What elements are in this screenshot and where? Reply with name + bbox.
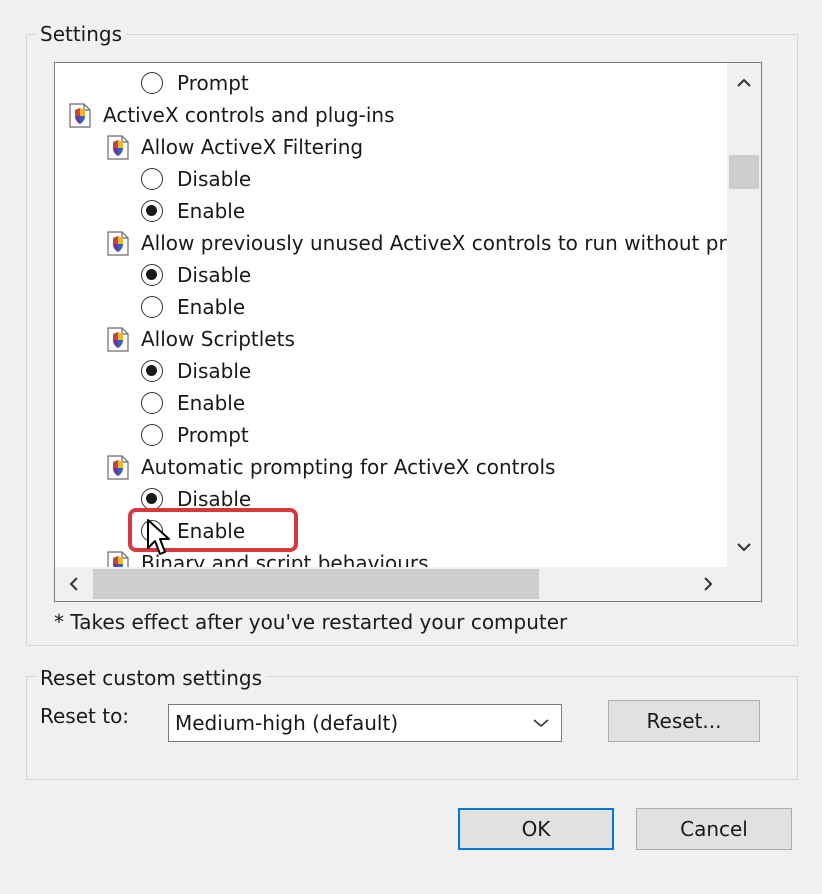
- security-level-value: Medium-high (default): [175, 711, 399, 735]
- settings-tree: Prompt ActiveX controls and plug-ins Allow…: [55, 63, 727, 567]
- setting-option-radio[interactable]: Prompt: [141, 67, 249, 99]
- scrollbar-corner: [727, 567, 761, 601]
- security-setting-icon: [105, 453, 131, 481]
- security-setting-icon: [105, 549, 131, 567]
- scroll-right-icon[interactable]: [689, 567, 727, 601]
- setting-option-radio[interactable]: Enable: [141, 195, 245, 227]
- setting-label: Allow previously unused ActiveX controls…: [141, 231, 727, 255]
- mouse-pointer-icon: [147, 519, 170, 555]
- reset-group-label: Reset custom settings: [36, 666, 266, 690]
- security-setting-icon: [67, 101, 93, 129]
- chevron-down-icon[interactable]: [521, 718, 561, 728]
- setting-label: ActiveX controls and plug-ins: [103, 103, 395, 127]
- setting-label: Prompt: [177, 71, 249, 95]
- horizontal-scroll-thumb[interactable]: [93, 569, 539, 599]
- scroll-down-icon[interactable]: [727, 527, 761, 567]
- reset-button[interactable]: Reset...: [608, 700, 760, 742]
- horizontal-scrollbar[interactable]: [55, 567, 727, 601]
- setting-option-radio[interactable]: Prompt: [141, 419, 249, 451]
- radio-unchecked-icon[interactable]: [141, 168, 163, 190]
- security-setting-icon: [105, 325, 131, 353]
- setting-label: Enable: [177, 295, 246, 319]
- settings-category[interactable]: Allow ActiveX Filtering: [105, 131, 363, 163]
- reset-to-label: Reset to:: [40, 704, 130, 728]
- settings-category[interactable]: Allow Scriptlets: [105, 323, 295, 355]
- radio-unchecked-icon[interactable]: [141, 72, 163, 94]
- setting-label: Disable: [177, 263, 252, 287]
- setting-label: Enable: [177, 391, 246, 415]
- setting-label: Prompt: [177, 423, 249, 447]
- scroll-left-icon[interactable]: [55, 567, 93, 601]
- radio-unchecked-icon[interactable]: [141, 424, 163, 446]
- settings-category[interactable]: Automatic prompting for ActiveX controls: [105, 451, 555, 483]
- setting-label: Allow Scriptlets: [141, 327, 295, 351]
- setting-label: Disable: [177, 359, 252, 383]
- vertical-scrollbar[interactable]: [727, 63, 761, 567]
- radio-checked-icon[interactable]: [141, 360, 163, 382]
- security-level-dropdown[interactable]: Medium-high (default): [168, 704, 562, 742]
- settings-group-label: Settings: [36, 22, 127, 46]
- ok-button[interactable]: OK: [458, 808, 614, 850]
- settings-category[interactable]: ActiveX controls and plug-ins: [67, 99, 395, 131]
- setting-label: Automatic prompting for ActiveX controls: [141, 455, 556, 479]
- radio-checked-icon[interactable]: [141, 200, 163, 222]
- radio-checked-icon[interactable]: [141, 264, 163, 286]
- setting-option-radio[interactable]: Enable: [141, 387, 245, 419]
- setting-label: Allow ActiveX Filtering: [141, 135, 364, 159]
- setting-label: Enable: [177, 199, 246, 223]
- settings-category[interactable]: Allow previously unused ActiveX controls…: [105, 227, 727, 259]
- scroll-up-icon[interactable]: [727, 63, 761, 103]
- setting-option-radio[interactable]: Enable: [141, 291, 245, 323]
- security-setting-icon: [105, 133, 131, 161]
- vertical-scroll-thumb[interactable]: [729, 155, 759, 189]
- restart-footnote: * Takes effect after you've restarted yo…: [54, 610, 568, 634]
- setting-option-radio[interactable]: Disable: [141, 259, 251, 291]
- cancel-button[interactable]: Cancel: [636, 808, 792, 850]
- security-setting-icon: [105, 229, 131, 257]
- radio-unchecked-icon[interactable]: [141, 392, 163, 414]
- setting-option-radio[interactable]: Disable: [141, 163, 251, 195]
- radio-unchecked-icon[interactable]: [141, 296, 163, 318]
- radio-checked-icon[interactable]: [141, 488, 163, 510]
- setting-option-radio[interactable]: Disable: [141, 355, 251, 387]
- setting-label: Disable: [177, 167, 252, 191]
